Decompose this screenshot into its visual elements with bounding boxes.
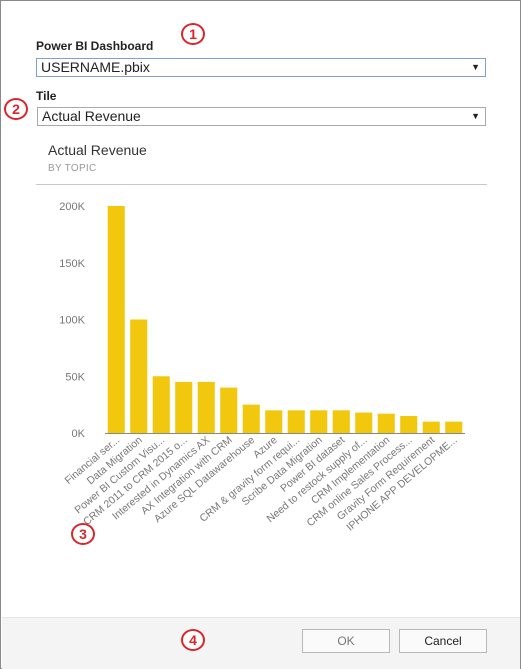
tile-label: Tile — [36, 89, 57, 103]
bar-chart: 0K50K100K150K200KFinancial ser...Data Mi… — [59, 201, 465, 534]
bar — [310, 410, 328, 433]
marker-1: 1 — [181, 23, 205, 45]
dropdown-arrow-icon: ▼ — [471, 111, 480, 121]
bar — [400, 415, 418, 433]
bar — [130, 319, 148, 433]
y-tick-label: 100K — [59, 315, 85, 327]
dashboard-label: Power BI Dashboard — [36, 39, 154, 53]
chart-title: Actual Revenue — [48, 142, 147, 158]
ok-button[interactable]: OK — [302, 629, 390, 653]
bar — [332, 410, 350, 433]
tile-select-value: Actual Revenue — [42, 108, 141, 124]
bar — [287, 410, 305, 433]
bar — [377, 413, 395, 433]
bar — [422, 421, 440, 433]
bar — [242, 404, 260, 433]
marker-3: 3 — [71, 523, 95, 545]
tile-select[interactable]: Actual Revenue ▼ — [37, 107, 486, 126]
bar — [107, 206, 125, 433]
cancel-button[interactable]: Cancel — [399, 629, 487, 653]
bar — [355, 412, 373, 433]
dashboard-select-value: USERNAME.pbix — [41, 59, 150, 75]
marker-4: 4 — [181, 629, 205, 651]
dropdown-arrow-icon: ▼ — [471, 62, 480, 72]
bar — [220, 387, 238, 433]
dashboard-select[interactable]: USERNAME.pbix ▼ — [36, 58, 486, 77]
y-tick-label: 50K — [65, 371, 85, 383]
bar — [152, 376, 170, 433]
bar — [197, 381, 215, 433]
chart-divider — [36, 184, 487, 185]
y-tick-label: 150K — [59, 258, 85, 270]
bar — [175, 381, 193, 433]
y-tick-label: 0K — [72, 428, 86, 440]
chart-subtitle: BY TOPIC — [48, 163, 97, 174]
bar — [265, 410, 283, 433]
marker-2: 2 — [4, 98, 28, 120]
dialog: Power BI Dashboard 1 USERNAME.pbix ▼ Til… — [0, 0, 521, 669]
y-tick-label: 200K — [59, 201, 85, 213]
bar — [445, 421, 463, 433]
